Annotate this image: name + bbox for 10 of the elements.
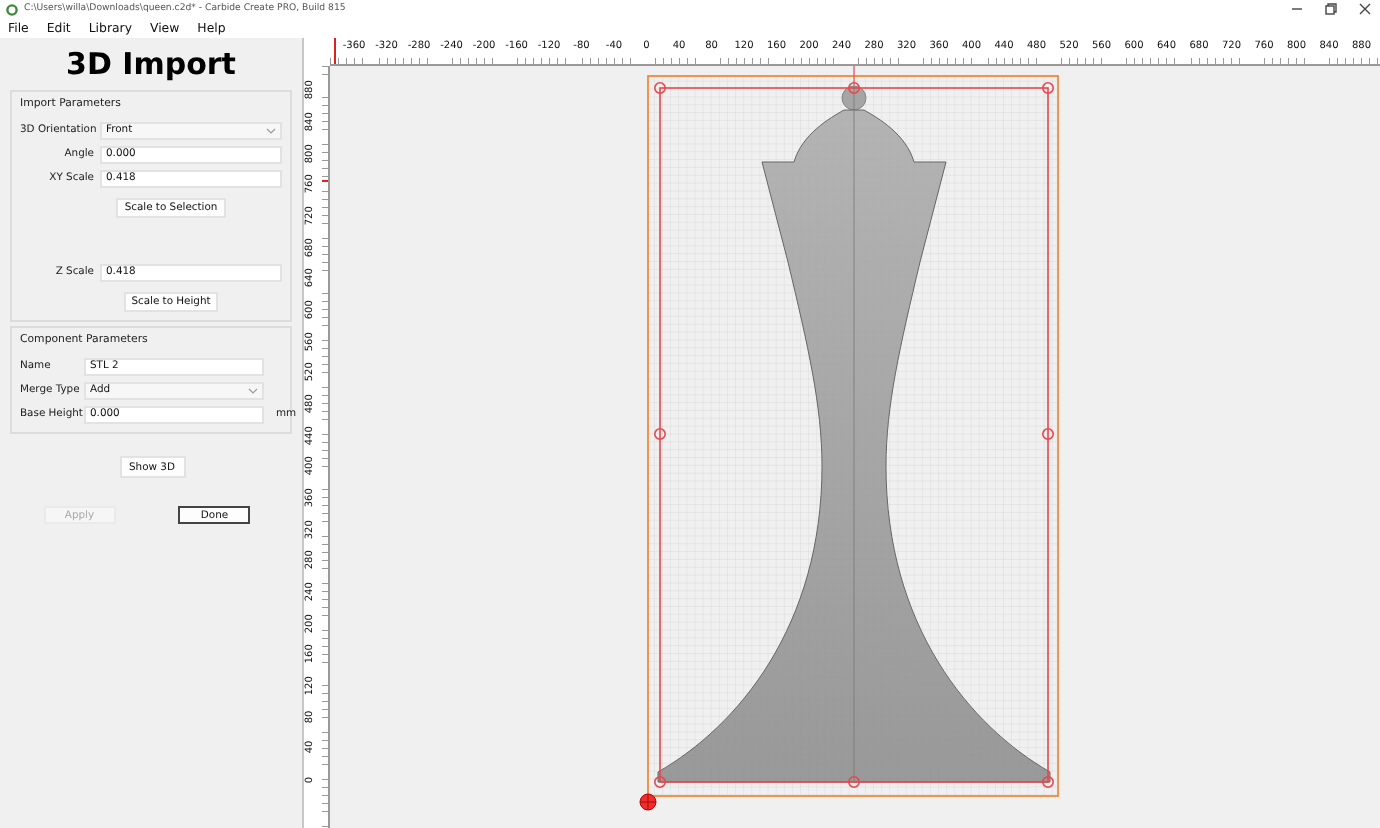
close-icon[interactable]	[1358, 2, 1372, 16]
caret-icon	[248, 387, 258, 393]
app-logo-icon	[6, 3, 18, 15]
caret-icon	[266, 127, 276, 133]
ruler-marker	[322, 180, 328, 182]
restore-icon[interactable]	[1324, 2, 1338, 16]
minimize-icon[interactable]	[1290, 2, 1304, 16]
ruler-marker	[334, 38, 336, 64]
origin-marker-icon	[639, 793, 657, 811]
panel-title: 3D Import	[64, 44, 238, 86]
